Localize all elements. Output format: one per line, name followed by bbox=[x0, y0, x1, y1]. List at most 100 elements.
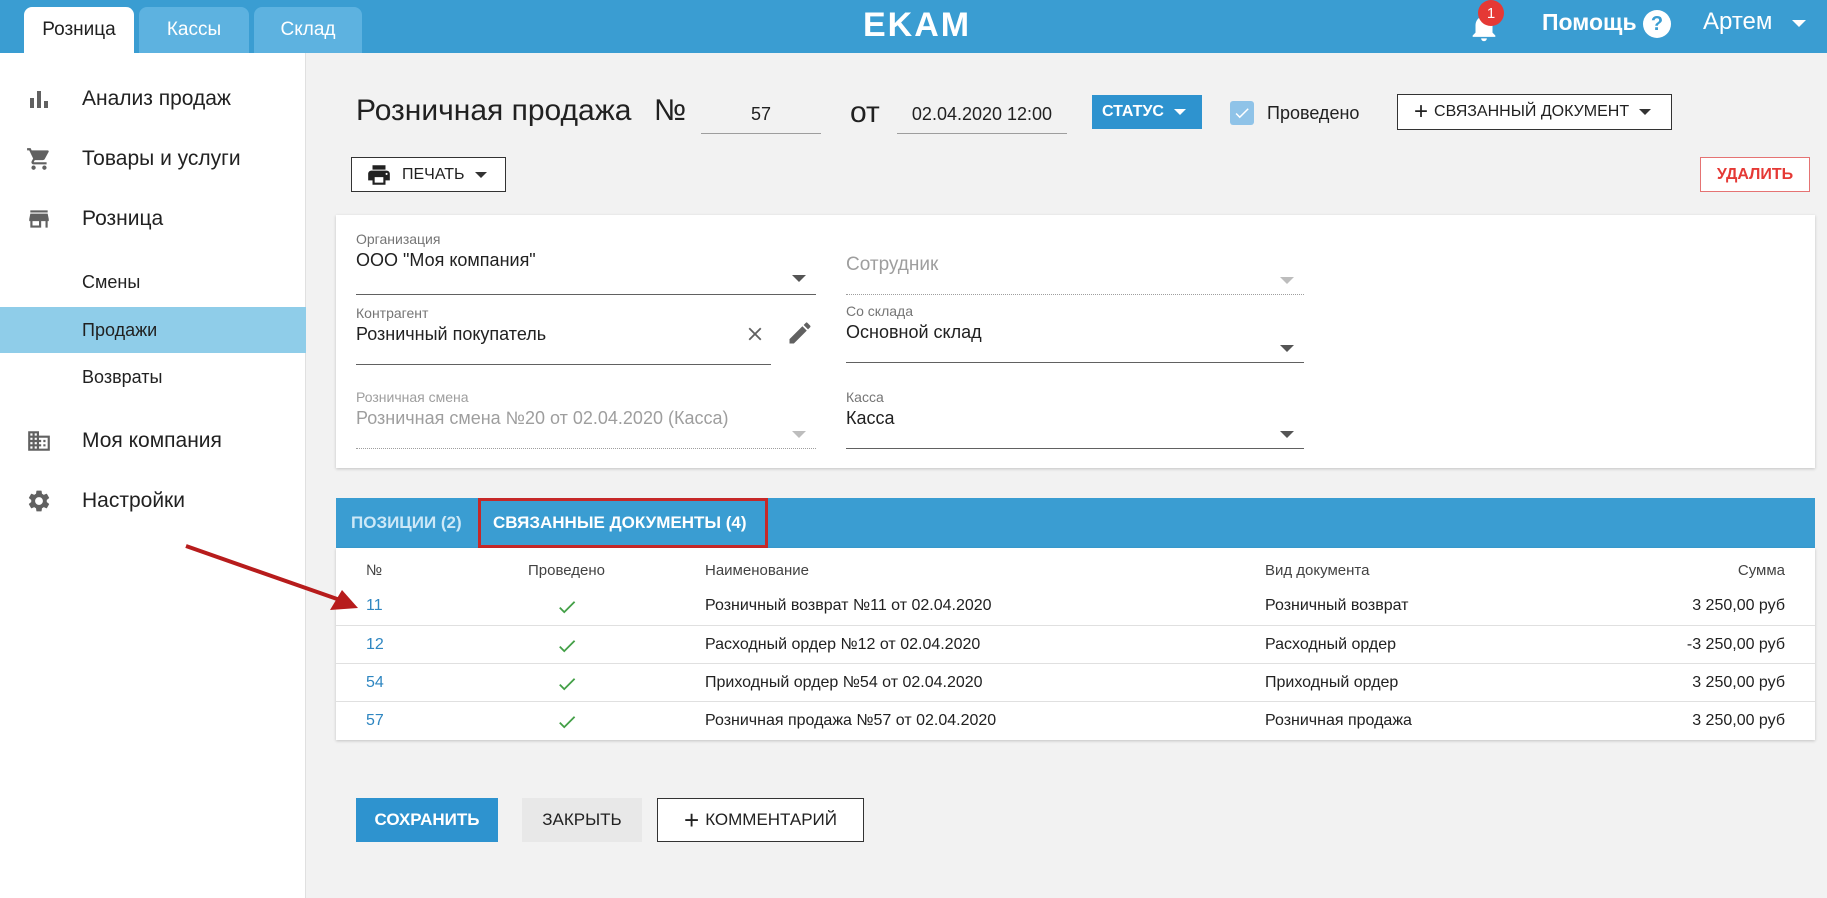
linked-documents-table: № Проведено Наименование Вид документа С… bbox=[336, 548, 1815, 740]
sidebar-item-settings[interactable]: Настройки bbox=[0, 478, 306, 524]
posted-label: Проведено bbox=[1267, 103, 1360, 123]
chevron-down-icon[interactable] bbox=[1280, 431, 1294, 438]
organization-field[interactable]: Организация ООО "Моя компания" bbox=[356, 231, 816, 295]
tab-retail[interactable]: Розница bbox=[24, 7, 134, 53]
gear-icon bbox=[26, 488, 52, 514]
user-menu[interactable]: Артем bbox=[1703, 8, 1772, 36]
cashbox-label: Касса bbox=[846, 389, 884, 405]
sidebar-item-retail[interactable]: Розница bbox=[0, 196, 306, 242]
sidebar-item-label: Смены bbox=[82, 271, 141, 292]
save-button[interactable]: СОХРАНИТЬ bbox=[356, 798, 498, 842]
employee-field[interactable]: Сотрудник bbox=[846, 251, 1304, 295]
column-header-posted: Проведено bbox=[528, 562, 605, 579]
retail-shift-value: Розничная смена №20 от 02.04.2020 (Касса… bbox=[356, 408, 729, 428]
warehouse-value: Основной склад bbox=[846, 322, 982, 342]
print-button[interactable]: ПЕЧАТЬ bbox=[351, 157, 506, 192]
add-comment-button[interactable]: + КОММЕНТАРИЙ bbox=[657, 798, 864, 842]
linked-document-button[interactable]: + СВЯЗАННЫЙ ДОКУМЕНТ bbox=[1397, 94, 1672, 130]
delete-button[interactable]: УДАЛИТЬ bbox=[1700, 157, 1810, 192]
organization-value: ООО "Моя компания" bbox=[356, 250, 536, 270]
table-row[interactable]: 57 Розничная продажа №57 от 02.04.2020 Р… bbox=[336, 701, 1815, 739]
building-icon bbox=[26, 428, 52, 454]
chevron-down-icon bbox=[792, 431, 806, 438]
sidebar-item-label: Анализ продаж bbox=[82, 87, 231, 110]
tab-warehouse[interactable]: Склад bbox=[254, 7, 362, 53]
counterparty-value: Розничный покупатель bbox=[356, 324, 547, 344]
printer-icon bbox=[368, 164, 390, 185]
sidebar-item-my-company[interactable]: Моя компания bbox=[0, 418, 306, 464]
chevron-down-icon bbox=[1639, 109, 1652, 115]
retail-shift-label: Розничная смена bbox=[356, 389, 469, 405]
help-link[interactable]: Помощь bbox=[1542, 9, 1637, 36]
column-header-name: Наименование bbox=[705, 562, 809, 579]
table-row[interactable]: 11 Розничный возврат №11 от 02.04.2020 Р… bbox=[336, 587, 1815, 625]
document-number-link[interactable]: 12 bbox=[366, 636, 384, 654]
sidebar: Анализ продаж Товары и услуги Розница См… bbox=[0, 53, 306, 898]
notification-badge: 1 bbox=[1478, 0, 1504, 26]
tab-cashboxes[interactable]: Кассы bbox=[139, 7, 249, 53]
plus-icon: + bbox=[1414, 98, 1429, 125]
top-bar: Розница Кассы Склад EKAM 1 Помощь ? Арте… bbox=[0, 0, 1827, 53]
sidebar-item-label: Моя компания bbox=[82, 429, 222, 452]
add-comment-label: КОММЕНТАРИЙ bbox=[705, 810, 837, 829]
number-sign: № bbox=[654, 94, 687, 127]
sidebar-item-goods[interactable]: Товары и услуги bbox=[0, 136, 306, 182]
sidebar-item-sales-analysis[interactable]: Анализ продаж bbox=[0, 76, 306, 122]
table-row[interactable]: 12 Расходный ордер №12 от 02.04.2020 Рас… bbox=[336, 625, 1815, 663]
help-icon[interactable]: ? bbox=[1643, 10, 1671, 38]
chevron-down-icon[interactable] bbox=[1280, 345, 1294, 352]
document-name: Приходный ордер №54 от 02.04.2020 bbox=[705, 674, 983, 691]
table-row[interactable]: 54 Приходный ордер №54 от 02.04.2020 При… bbox=[336, 663, 1815, 701]
close-button[interactable]: ЗАКРЫТЬ bbox=[522, 798, 642, 842]
document-sum: 3 250,00 руб bbox=[1692, 674, 1785, 691]
sidebar-item-label: Настройки bbox=[82, 489, 185, 512]
chevron-down-icon bbox=[474, 171, 487, 178]
check-icon bbox=[559, 716, 576, 729]
status-button[interactable]: СТАТУС bbox=[1092, 95, 1202, 129]
cashbox-field[interactable]: Касса Касса bbox=[846, 389, 1304, 449]
employee-placeholder: Сотрудник bbox=[846, 254, 939, 275]
posted-checkbox[interactable] bbox=[1230, 101, 1254, 125]
sidebar-item-label: Розница bbox=[82, 207, 164, 230]
counterparty-field[interactable]: Контрагент Розничный покупатель bbox=[356, 305, 771, 365]
document-name: Розничная продажа №57 от 02.04.2020 bbox=[705, 712, 997, 729]
cashbox-value: Касса bbox=[846, 408, 895, 428]
organization-label: Организация bbox=[356, 231, 441, 247]
document-number-link[interactable]: 57 bbox=[366, 712, 384, 730]
document-form-card: Организация ООО "Моя компания" Сотрудник… bbox=[336, 215, 1815, 468]
sidebar-item-shifts[interactable]: Смены bbox=[0, 259, 306, 305]
document-sum: -3 250,00 руб bbox=[1686, 636, 1785, 653]
chevron-down-icon[interactable] bbox=[1792, 20, 1806, 27]
tab-linked-documents[interactable]: СВЯЗАННЫЕ ДОКУМЕНТЫ (4) bbox=[478, 498, 768, 548]
document-number-link[interactable]: 54 bbox=[366, 674, 384, 692]
document-type: Расходный ордер bbox=[1265, 636, 1397, 653]
document-name: Расходный ордер №12 от 02.04.2020 bbox=[705, 636, 981, 653]
store-icon bbox=[26, 206, 52, 232]
warehouse-label: Со склада bbox=[846, 303, 913, 319]
sidebar-item-returns[interactable]: Возвраты bbox=[0, 354, 306, 400]
document-sum: 3 250,00 руб bbox=[1692, 712, 1785, 729]
sidebar-item-sales[interactable]: Продажи bbox=[0, 307, 306, 353]
check-icon bbox=[1235, 108, 1249, 119]
document-number-field[interactable]: 57 bbox=[701, 98, 821, 134]
chevron-down-icon[interactable] bbox=[792, 275, 806, 282]
from-label: от bbox=[850, 96, 880, 129]
annotation-arrow bbox=[185, 544, 358, 610]
pencil-icon[interactable] bbox=[786, 319, 814, 352]
chevron-down-icon[interactable] bbox=[1280, 277, 1294, 284]
document-date-field[interactable]: 02.04.2020 12:00 bbox=[897, 98, 1067, 134]
document-type: Розничный возврат bbox=[1265, 597, 1409, 614]
document-tabs: ПОЗИЦИИ (2) СВЯЗАННЫЕ ДОКУМЕНТЫ (4) bbox=[336, 498, 1815, 548]
document-sum: 3 250,00 руб bbox=[1692, 597, 1785, 614]
ekam-logo[interactable]: EKAM bbox=[863, 6, 971, 45]
close-icon[interactable] bbox=[744, 323, 766, 350]
check-icon bbox=[559, 601, 576, 614]
cart-icon bbox=[26, 146, 52, 172]
document-type: Приходный ордер bbox=[1265, 674, 1399, 691]
linked-document-label: СВЯЗАННЫЙ ДОКУМЕНТ bbox=[1434, 103, 1630, 120]
column-header-sum: Сумма bbox=[1737, 562, 1785, 579]
page-title: Розничная продажа bbox=[356, 94, 632, 127]
bar-chart-icon bbox=[26, 86, 52, 112]
plus-icon: + bbox=[684, 805, 700, 835]
warehouse-field[interactable]: Со склада Основной склад bbox=[846, 303, 1304, 363]
